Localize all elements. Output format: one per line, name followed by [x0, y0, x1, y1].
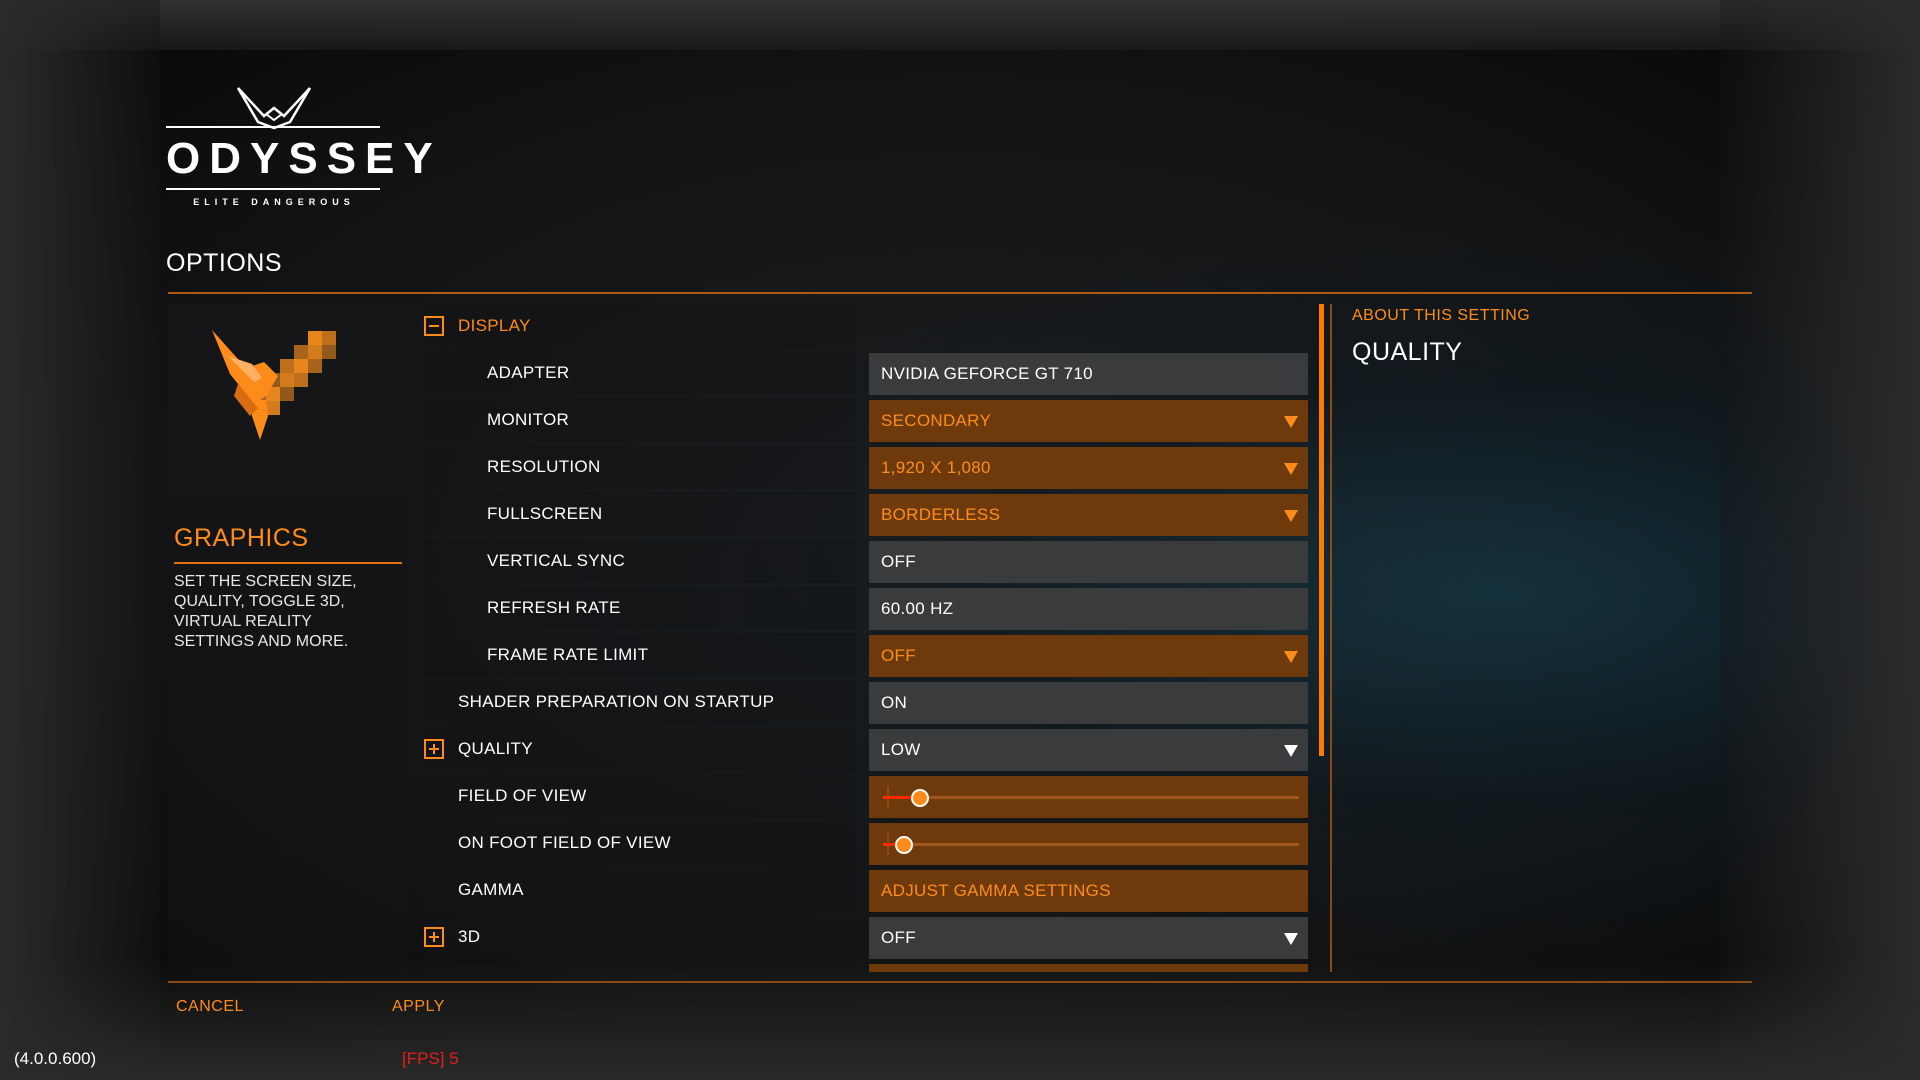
- settings-row-next: [424, 962, 1308, 972]
- version-label: (4.0.0.600): [14, 1049, 97, 1068]
- background-frame-top: [0, 0, 1920, 50]
- dropdown-arrow-icon: [1284, 416, 1298, 428]
- slider-track[interactable]: [883, 796, 1299, 799]
- category-title: GRAPHICS: [174, 524, 309, 552]
- fullscreen-label: FULLSCREEN: [487, 504, 603, 523]
- fov-slider[interactable]: [869, 776, 1308, 818]
- onfoot-fov-label-cell: ON FOOT FIELD OF VIEW: [424, 821, 856, 865]
- fullscreen-dropdown[interactable]: BORDERLESS: [869, 494, 1308, 536]
- fullscreen-label-cell: FULLSCREEN: [424, 492, 856, 536]
- monitor-label: MONITOR: [487, 410, 570, 429]
- three-d-dropdown[interactable]: OFF: [869, 917, 1308, 959]
- about-setting-heading: ABOUT THIS SETTING: [1352, 307, 1531, 324]
- category-emblem: [168, 304, 408, 496]
- background-frame-right: [1720, 0, 1920, 1080]
- settings-row-resolution[interactable]: RESOLUTION 1,920 X 1,080: [424, 445, 1308, 489]
- adapter-label-cell: ADAPTER: [424, 351, 856, 395]
- expand-icon[interactable]: [424, 927, 444, 947]
- slider-track[interactable]: [883, 843, 1299, 846]
- settings-row-adapter: ADAPTER NVIDIA GEFORCE GT 710: [424, 351, 1308, 395]
- shader-label-cell: SHADER PREPARATION ON STARTUP: [424, 680, 856, 724]
- logo-rule-top: [166, 126, 380, 128]
- vsync-label-cell: VERTICAL SYNC: [424, 539, 856, 583]
- settings-row-onfoot-fov[interactable]: ON FOOT FIELD OF VIEW: [424, 821, 1308, 865]
- three-d-label: 3D: [458, 927, 481, 946]
- fov-label: FIELD OF VIEW: [458, 786, 587, 805]
- vsync-toggle[interactable]: OFF: [869, 541, 1308, 583]
- background-frame-left: [0, 0, 160, 1080]
- about-setting-title: QUALITY: [1352, 338, 1463, 366]
- scrollbar-thumb[interactable]: [1319, 304, 1324, 756]
- next-label-cell: [424, 962, 856, 972]
- dropdown-arrow-icon: [1284, 463, 1298, 475]
- frame-limit-dropdown[interactable]: OFF: [869, 635, 1308, 677]
- settings-row-vsync[interactable]: VERTICAL SYNC OFF: [424, 539, 1308, 583]
- gamma-label: GAMMA: [458, 880, 524, 899]
- display-header-label: DISPLAY: [458, 316, 531, 335]
- resolution-label: RESOLUTION: [487, 457, 601, 476]
- adapter-value: NVIDIA GEFORCE GT 710: [869, 353, 1308, 395]
- wings-emblem-icon: [236, 87, 312, 130]
- resolution-dropdown[interactable]: 1,920 X 1,080: [869, 447, 1308, 489]
- shader-toggle[interactable]: ON: [869, 682, 1308, 724]
- settings-row-3d[interactable]: 3D OFF: [424, 915, 1308, 959]
- fps-counter: [FPS] 5: [402, 1049, 459, 1068]
- monitor-dropdown[interactable]: SECONDARY: [869, 400, 1308, 442]
- expand-icon[interactable]: [424, 739, 444, 759]
- category-description: SET THE SCREEN SIZE, QUALITY, TOGGLE 3D,…: [174, 573, 357, 650]
- vsync-label: VERTICAL SYNC: [487, 551, 626, 570]
- settings-row-fov[interactable]: FIELD OF VIEW: [424, 774, 1308, 818]
- shader-label: SHADER PREPARATION ON STARTUP: [458, 692, 775, 711]
- display-header[interactable]: DISPLAY: [424, 304, 856, 348]
- logo-rule-bottom: [166, 188, 380, 190]
- frame-limit-label-cell: FRAME RATE LIMIT: [424, 633, 856, 677]
- footer-divider: [168, 981, 1752, 983]
- frame-limit-label: FRAME RATE LIMIT: [487, 645, 649, 664]
- header-divider: [168, 292, 1752, 294]
- slider-handle[interactable]: [894, 836, 913, 854]
- three-d-label-cell[interactable]: 3D: [424, 915, 856, 959]
- settings-row-display[interactable]: DISPLAY: [424, 304, 1308, 348]
- dropdown-arrow-icon: [1284, 510, 1298, 522]
- dropdown-arrow-icon: [1284, 933, 1298, 945]
- monitor-label-cell: MONITOR: [424, 398, 856, 442]
- settings-row-refresh[interactable]: REFRESH RATE 60.00 HZ: [424, 586, 1308, 630]
- category-underline: [174, 562, 402, 564]
- logo-wordmark: ODYSSEY: [166, 134, 442, 183]
- elite-emblem-icon: [212, 330, 336, 440]
- resolution-label-cell: RESOLUTION: [424, 445, 856, 489]
- scrollbar-track[interactable]: [1330, 304, 1332, 972]
- refresh-label: REFRESH RATE: [487, 598, 621, 617]
- page-title: OPTIONS: [166, 249, 283, 277]
- apply-button[interactable]: APPLY: [392, 998, 445, 1016]
- adjust-gamma-button[interactable]: ADJUST GAMMA SETTINGS: [869, 870, 1308, 912]
- odyssey-logo: ODYSSEY ELITE DANGEROUS: [166, 86, 442, 212]
- quality-label-cell[interactable]: QUALITY: [424, 727, 856, 771]
- category-panel: GRAPHICS SET THE SCREEN SIZE, QUALITY, T…: [168, 304, 408, 972]
- settings-row-gamma[interactable]: GAMMA ADJUST GAMMA SETTINGS: [424, 868, 1308, 912]
- adapter-label: ADAPTER: [487, 363, 570, 382]
- quality-label: QUALITY: [458, 739, 533, 758]
- logo-subtitle: ELITE DANGEROUS: [193, 197, 355, 207]
- dropdown-arrow-icon: [1284, 651, 1298, 663]
- collapse-icon[interactable]: [424, 316, 444, 336]
- fov-label-cell: FIELD OF VIEW: [424, 774, 856, 818]
- onfoot-fov-slider[interactable]: [869, 823, 1308, 865]
- settings-row-shader[interactable]: SHADER PREPARATION ON STARTUP ON: [424, 680, 1308, 724]
- cancel-button[interactable]: CANCEL: [176, 998, 244, 1016]
- onfoot-fov-label: ON FOOT FIELD OF VIEW: [458, 833, 671, 852]
- refresh-label-cell: REFRESH RATE: [424, 586, 856, 630]
- settings-row-monitor[interactable]: MONITOR SECONDARY: [424, 398, 1308, 442]
- refresh-rate-value[interactable]: 60.00 HZ: [869, 588, 1308, 630]
- settings-row-frame-limit[interactable]: FRAME RATE LIMIT OFF: [424, 633, 1308, 677]
- slider-handle[interactable]: [911, 789, 930, 807]
- next-control: [869, 964, 1308, 972]
- gamma-label-cell: GAMMA: [424, 868, 856, 912]
- background-frame-bottom: [0, 960, 1920, 1080]
- dropdown-arrow-icon: [1284, 745, 1298, 757]
- settings-row-fullscreen[interactable]: FULLSCREEN BORDERLESS: [424, 492, 1308, 536]
- settings-row-quality[interactable]: QUALITY LOW: [424, 727, 1308, 771]
- settings-list: DISPLAY ADAPTER NVIDIA GEFORCE GT 710 MO…: [424, 304, 1308, 972]
- quality-dropdown[interactable]: LOW: [869, 729, 1308, 771]
